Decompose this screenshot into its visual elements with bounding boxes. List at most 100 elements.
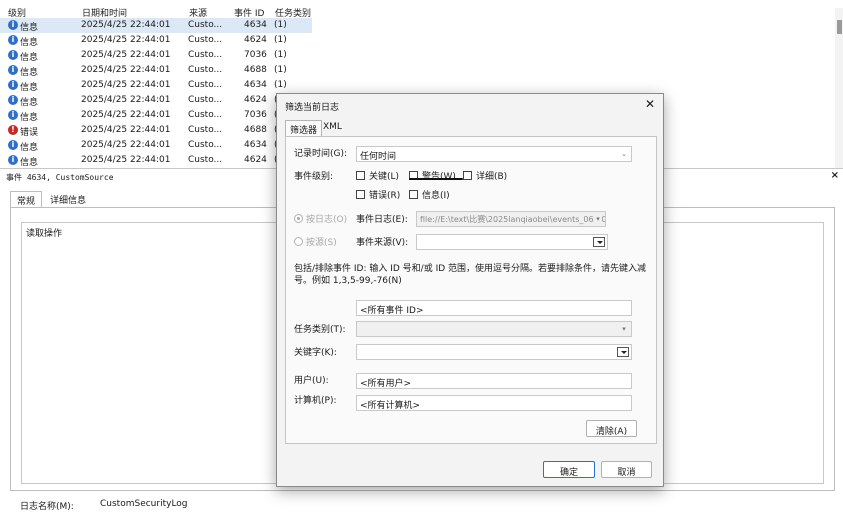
list-scrollbar[interactable] bbox=[835, 8, 843, 168]
row-source: Custo... bbox=[188, 35, 223, 45]
log-name-label: 日志名称(M): bbox=[20, 502, 74, 512]
user-value: <所有用户> bbox=[360, 379, 412, 389]
row-id: 4624 bbox=[244, 35, 267, 45]
row-id: 4688 bbox=[244, 125, 267, 135]
computer-label: 计算机(P): bbox=[294, 396, 337, 406]
task-category-label: 任务类别(T): bbox=[294, 325, 346, 335]
row-level: 信息 bbox=[20, 53, 39, 63]
row-level: 信息 bbox=[20, 113, 39, 123]
row-date: 2025/4/25 22:44:01 bbox=[81, 155, 171, 165]
table-row[interactable]: i信息2025/4/25 22:44:01Custo...4624( bbox=[0, 93, 312, 108]
row-task: (1) bbox=[274, 35, 287, 45]
tab-xml[interactable]: XML bbox=[319, 120, 346, 136]
keywords-label: 关键字(K): bbox=[294, 348, 337, 358]
task-category-select[interactable]: ▾ bbox=[356, 321, 632, 337]
row-source: Custo... bbox=[188, 95, 223, 105]
user-input[interactable]: <所有用户> bbox=[356, 373, 632, 389]
by-source-label: 按源(S) bbox=[306, 238, 337, 248]
event-ids-input[interactable]: <所有事件 ID> bbox=[356, 300, 632, 316]
info-icon: i bbox=[8, 155, 18, 165]
user-label: 用户(U): bbox=[294, 376, 329, 386]
row-source: Custo... bbox=[188, 65, 223, 75]
row-level: 信息 bbox=[20, 38, 39, 48]
by-log-radio[interactable] bbox=[294, 214, 303, 223]
event-sources-dropdown-icon[interactable] bbox=[593, 237, 605, 247]
row-source: Custo... bbox=[188, 140, 223, 150]
row-id: 4624 bbox=[244, 95, 267, 105]
table-row[interactable]: i 信息 2025/4/25 22:44:01 Custo... 4688 (1) bbox=[0, 63, 312, 78]
table-row[interactable]: i信息2025/4/25 22:44:01Custo...7036( bbox=[0, 108, 312, 123]
row-source: Custo... bbox=[188, 80, 223, 90]
filter-current-log-dialog: 筛选当前日志 ✕ 筛选器 XML 记录时间(G): 任何时间 ⌄ 事件级别: 关… bbox=[276, 93, 664, 487]
row-level: 信息 bbox=[20, 68, 39, 78]
table-row[interactable]: i 信息 2025/4/25 22:44:01 Custo... 4624 (1) bbox=[0, 33, 312, 48]
critical-label: 关键(L) bbox=[369, 172, 400, 182]
table-row[interactable]: i信息2025/4/25 22:44:01Custo...4624( bbox=[0, 153, 312, 168]
row-level: 信息 bbox=[20, 23, 39, 33]
keywords-select[interactable] bbox=[356, 344, 632, 360]
table-row[interactable]: i 信息 2025/4/25 22:44:01 Custo... 4634 (1) bbox=[0, 78, 312, 93]
event-ids-value: <所有事件 ID> bbox=[360, 306, 424, 316]
verbose-checkbox[interactable] bbox=[463, 171, 472, 180]
by-source-radio[interactable] bbox=[294, 237, 303, 246]
row-source: Custo... bbox=[188, 110, 223, 120]
logged-label: 记录时间(G): bbox=[294, 149, 348, 159]
tab-filter[interactable]: 筛选器 bbox=[285, 120, 323, 136]
cancel-button[interactable]: 取消 bbox=[601, 461, 652, 478]
filter-panel: 记录时间(G): 任何时间 ⌄ 事件级别: 关键(L) 警告(W) 详细(B) … bbox=[285, 136, 657, 444]
row-level: 信息 bbox=[20, 83, 39, 93]
logged-select[interactable]: 任何时间 ⌄ bbox=[356, 146, 632, 162]
chevron-down-icon: ⌄ bbox=[621, 150, 627, 158]
dialog-title: 筛选当前日志 bbox=[285, 103, 340, 113]
table-row[interactable]: !错误2025/4/25 22:44:01Custo...4688( bbox=[0, 123, 312, 138]
details-close-icon[interactable]: × bbox=[831, 170, 839, 181]
info-icon: i bbox=[8, 65, 18, 75]
chevron-down-icon: ▾ bbox=[622, 325, 626, 333]
row-task: (1) bbox=[274, 65, 287, 75]
tab-general[interactable]: 常规 bbox=[10, 191, 43, 207]
logged-select-value: 任何时间 bbox=[360, 152, 397, 162]
row-level: 信息 bbox=[20, 143, 39, 153]
information-label: 信息(I) bbox=[422, 191, 450, 201]
event-logs-value: file://E:\text\比赛\2025lanqiaobei\events_… bbox=[420, 215, 606, 224]
verbose-label: 详细(B) bbox=[476, 172, 508, 182]
info-icon: i bbox=[8, 80, 18, 90]
critical-checkbox[interactable] bbox=[356, 171, 365, 180]
dialog-close-icon[interactable]: ✕ bbox=[645, 97, 655, 111]
tab-details[interactable]: 详细信息 bbox=[44, 191, 92, 207]
warning-label: 警告(W) bbox=[422, 172, 456, 182]
row-id: 7036 bbox=[244, 110, 267, 120]
list-scrollbar-thumb[interactable] bbox=[837, 20, 842, 34]
row-source: Custo... bbox=[188, 20, 223, 30]
computer-input[interactable]: <所有计算机> bbox=[356, 395, 632, 411]
list-header: 级别 日期和时间 来源 事件 ID 任务类别 bbox=[8, 6, 318, 19]
row-task: (1) bbox=[274, 50, 287, 60]
error-checkbox[interactable] bbox=[356, 190, 365, 199]
row-id: 4634 bbox=[244, 140, 267, 150]
table-row[interactable]: i信息2025/4/25 22:44:01Custo...4634( bbox=[0, 138, 312, 153]
details-title: 事件 4634, CustomSource bbox=[6, 173, 114, 182]
event-id-instructions: 包括/排除事件 ID: 输入 ID 号和/或 ID 范围，使用逗号分隔。若要排除… bbox=[294, 264, 647, 286]
event-logs-dropdown-icon: ▾ bbox=[594, 215, 602, 223]
computer-value: <所有计算机> bbox=[360, 401, 421, 411]
annotation-underline bbox=[409, 178, 463, 180]
event-level-label: 事件级别: bbox=[294, 172, 334, 182]
row-level: 信息 bbox=[20, 98, 39, 108]
table-row[interactable]: i 信息 2025/4/25 22:44:01 Custo... 4634 (1) bbox=[0, 18, 312, 33]
clear-button[interactable]: 清除(A) bbox=[586, 420, 637, 437]
keywords-dropdown-icon[interactable] bbox=[617, 347, 629, 357]
row-task: (1) bbox=[274, 20, 287, 30]
event-sources-select[interactable] bbox=[416, 234, 608, 250]
row-level: 信息 bbox=[20, 158, 39, 168]
event-logs-field[interactable]: file://E:\text\比赛\2025lanqiaobei\events_… bbox=[416, 211, 606, 227]
information-checkbox[interactable] bbox=[409, 190, 418, 199]
row-date: 2025/4/25 22:44:01 bbox=[81, 95, 171, 105]
row-date: 2025/4/25 22:44:01 bbox=[81, 35, 171, 45]
row-source: Custo... bbox=[188, 155, 223, 165]
table-row[interactable]: i 信息 2025/4/25 22:44:01 Custo... 7036 (1) bbox=[0, 48, 312, 63]
ok-button[interactable]: 确定 bbox=[543, 461, 595, 478]
info-icon: i bbox=[8, 140, 18, 150]
row-date: 2025/4/25 22:44:01 bbox=[81, 65, 171, 75]
details-task-text: 读取操作 bbox=[26, 229, 63, 239]
event-sources-label: 事件来源(V): bbox=[356, 238, 409, 248]
